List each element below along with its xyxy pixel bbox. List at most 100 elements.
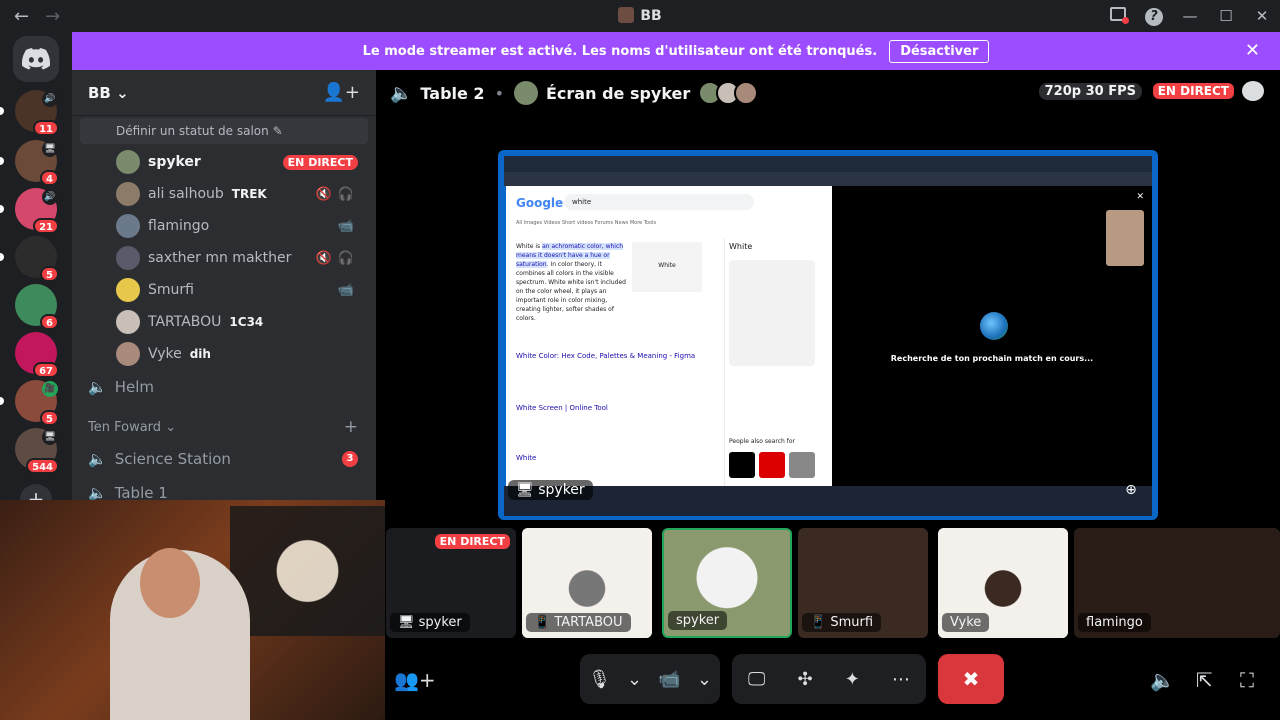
disable-streamer-button[interactable]: Désactiver <box>889 39 990 63</box>
unread-pill <box>0 397 4 405</box>
help-button[interactable]: ? <box>1136 6 1172 26</box>
popout-icon[interactable]: ⇱ <box>1196 668 1213 692</box>
voice-user[interactable]: Smurfi 📹 <box>72 274 376 306</box>
zoom-icon[interactable]: ⊕ <box>1120 482 1142 504</box>
inbox-button[interactable] <box>1100 7 1136 25</box>
user-tag: TREK <box>231 187 267 201</box>
title-bar: ← → BB ? — ☐ ✕ <box>0 0 1280 32</box>
muted-deafened-icon: 🔇🎧 <box>315 186 360 202</box>
voice-activity-icon: 🖥 <box>42 429 58 445</box>
voice-user-name: TARTABOU <box>148 314 222 330</box>
participant-tile[interactable]: flamingo <box>1074 528 1280 638</box>
chat-bubble-icon[interactable] <box>1242 81 1264 101</box>
channel-status-hint[interactable]: Définir un statut de salon ✎ <box>80 118 368 144</box>
server-icon[interactable]: 🎥 5 <box>15 380 59 426</box>
inbox-icon <box>1110 7 1129 24</box>
voice-user[interactable]: TARTABOU 1C34 <box>72 306 376 338</box>
voice-activity-icon: 🔊 <box>42 189 58 205</box>
tile-label: flamingo <box>1078 613 1151 632</box>
share-screen-button[interactable]: 🖵 <box>748 669 765 690</box>
camera-button[interactable]: 📹 <box>658 669 680 690</box>
home-button[interactable] <box>13 36 59 82</box>
server-header[interactable]: BB ⌄ 👤+ <box>72 70 376 116</box>
participant-tile[interactable]: 📱 Smurfi <box>798 528 928 638</box>
voice-activity-icon: 🔊 <box>42 91 58 107</box>
close-banner-icon[interactable]: ✕ <box>1245 40 1260 61</box>
server-icon[interactable]: 🔊 11 <box>15 90 59 136</box>
participant-tile[interactable]: spyker <box>662 528 792 638</box>
screen-share[interactable]: Google white All Images Videos Short vid… <box>498 150 1158 520</box>
voice-user[interactable]: saxther mn makther 🔇🎧 <box>72 242 376 274</box>
chevron-down-icon[interactable]: ⌄ <box>627 669 642 690</box>
participant-tile[interactable]: 📱 TARTABOU <box>522 528 652 638</box>
globe-icon <box>980 312 1008 340</box>
speaker-icon: 🔈 <box>390 82 413 104</box>
voice-channel-table-1[interactable]: 🔈 Table 1 <box>72 476 376 502</box>
back-arrow-icon[interactable]: ← <box>14 6 29 27</box>
streamer-head <box>140 548 200 618</box>
avatar <box>116 310 140 334</box>
tile-label: spyker <box>668 611 728 630</box>
soundboard-button[interactable]: ✦ <box>845 669 860 690</box>
unread-pill <box>0 107 4 115</box>
nav-arrows: ← → <box>0 6 60 27</box>
server-icon[interactable]: 🖥 4 <box>15 140 59 186</box>
discord-icon <box>22 48 50 70</box>
voice-activity-icon: 🖥 <box>42 141 58 157</box>
search-snippet: White is an achromatic color, which mean… <box>516 243 626 322</box>
fullscreen-icon[interactable]: ⛶ <box>1240 668 1254 692</box>
camera-icon: 📹 <box>337 218 360 234</box>
forward-arrow-icon[interactable]: → <box>45 6 60 27</box>
minimize-button[interactable]: — <box>1172 7 1208 25</box>
google-search-page: Google white All Images Videos Short vid… <box>506 186 832 486</box>
voice-channel-science-station[interactable]: 🔈 Science Station 3 <box>72 442 376 476</box>
close-button[interactable]: ✕ <box>1244 7 1280 25</box>
participant-tile[interactable]: EN DIRECT 🖥 spyker <box>386 528 516 638</box>
stream-owner-label: 🖥 spyker <box>508 480 593 500</box>
server-icon[interactable]: 🔊 21 <box>15 188 59 234</box>
live-badge: EN DIRECT <box>1152 83 1234 99</box>
knowledge-panel: White People also search for <box>724 238 824 486</box>
more-options-button[interactable]: ⋯ <box>892 669 910 690</box>
streamer-mode-banner: Le mode streamer est activé. Les noms d'… <box>72 32 1280 70</box>
leave-call-button[interactable]: ✖ <box>938 654 1004 704</box>
activities-button[interactable]: ✣ <box>798 669 813 690</box>
voice-user[interactable]: spyker EN DIRECT <box>72 146 376 178</box>
chevron-down-icon[interactable]: ⌄ <box>697 669 712 690</box>
invite-people-icon[interactable]: 👤+ <box>323 82 361 103</box>
avatar <box>116 182 140 206</box>
participant-tile[interactable]: Vyke <box>938 528 1068 638</box>
category-ten-foward[interactable]: Ten Foward ⌄ + <box>72 412 376 442</box>
avatar <box>116 214 140 238</box>
add-channel-icon[interactable]: + <box>344 417 358 437</box>
server-icon[interactable]: 6 <box>15 284 59 330</box>
stream-quality-badge: 720p 30 FPS <box>1038 83 1142 100</box>
result-link: White Screen | Online Tool <box>516 404 608 412</box>
voice-channel-helm[interactable]: 🔈 Helm <box>72 370 376 404</box>
activity-controls: 🖵 ✣ ✦ ⋯ <box>732 654 926 704</box>
server-icon[interactable]: 67 <box>15 332 59 378</box>
volume-icon[interactable]: 🔈 <box>1150 668 1175 692</box>
tile-label: Vyke <box>942 613 990 632</box>
microphone-button[interactable]: 🎙 <box>588 669 611 690</box>
camera-icon: 📹 <box>337 282 360 298</box>
server-icon[interactable]: 5 <box>15 236 59 282</box>
close-icon: ✕ <box>1136 192 1144 202</box>
screen-title: Écran de spyker <box>546 83 691 103</box>
screen-icon: 🖥 <box>516 482 534 498</box>
media-controls: 🎙 ⌄ 📹 ⌄ <box>580 654 720 704</box>
voice-user[interactable]: ali salhoub TREK 🔇🎧 <box>72 178 376 210</box>
voice-user[interactable]: flamingo 📹 <box>72 210 376 242</box>
webcam-preview <box>1106 210 1144 266</box>
invite-to-voice-icon[interactable]: 👥+ <box>394 668 436 692</box>
avatar <box>116 246 140 270</box>
maximize-button[interactable]: ☐ <box>1208 7 1244 25</box>
mention-badge: 67 <box>33 362 59 378</box>
mention-badge: 5 <box>40 410 59 426</box>
viewer-avatar <box>734 81 759 105</box>
server-icon[interactable]: 🖥 544 <box>15 428 59 474</box>
voice-user[interactable]: Vyke dih <box>72 338 376 370</box>
google-logo: Google <box>516 196 564 210</box>
banner-message: Le mode streamer est activé. Les noms d'… <box>362 43 878 59</box>
voice-user-name: flamingo <box>148 218 210 234</box>
